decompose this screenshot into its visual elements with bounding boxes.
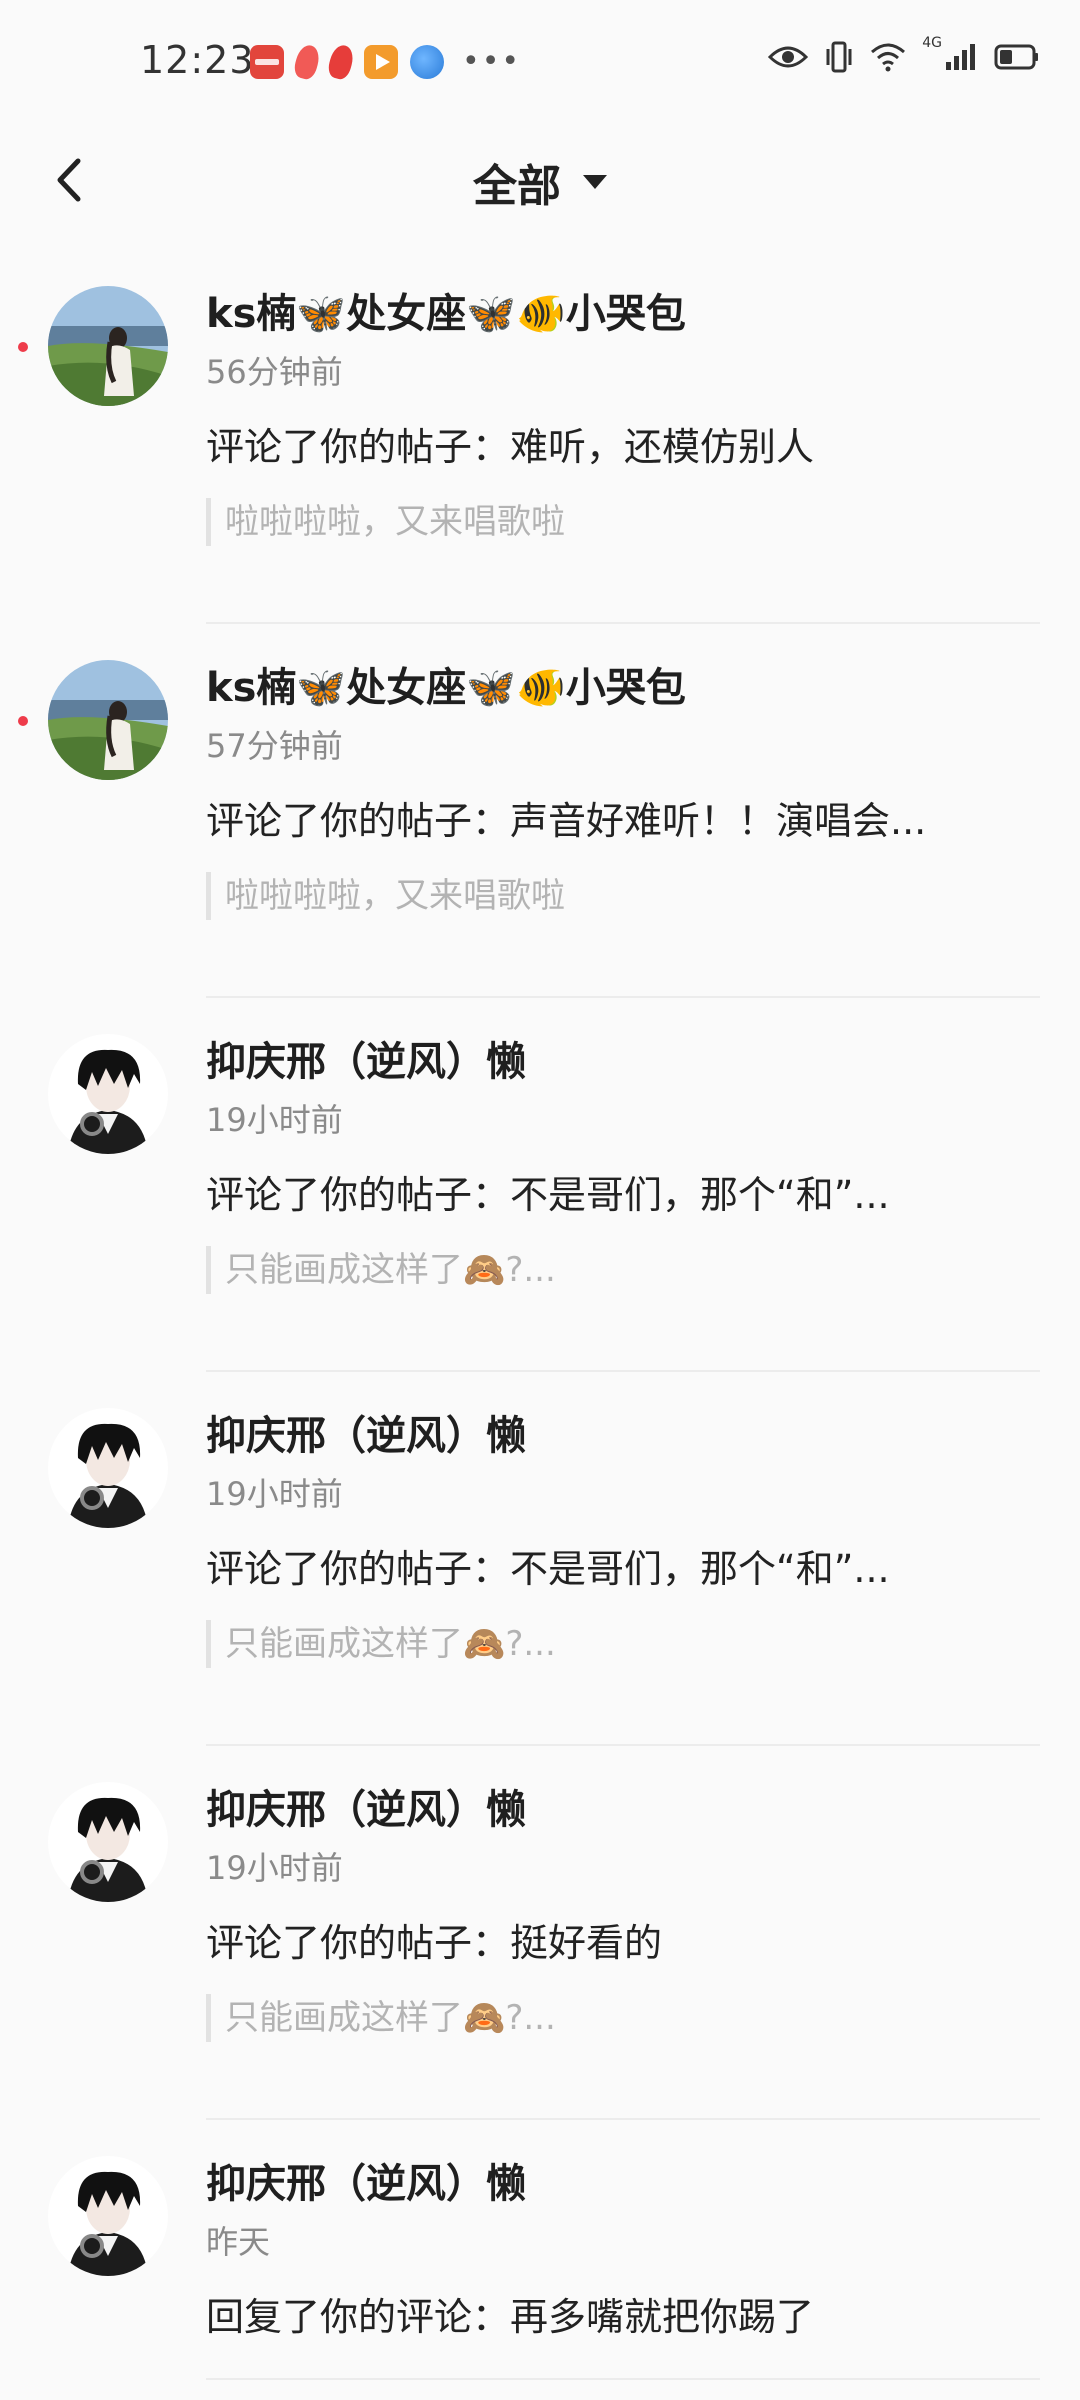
more-notifications-icon: ••• bbox=[462, 44, 522, 79]
notification-item[interactable]: 抑庆邢（逆风）懒 19小时前 评论了你的帖子：挺好看的 只能画成这样了🙈?... bbox=[0, 1746, 1080, 2120]
notification-item[interactable]: 抑庆邢（逆风）懒 昨天 回复了你的评论：再多嘴就把你踢了 bbox=[0, 2120, 1080, 2380]
filter-dropdown[interactable]: 全部 bbox=[0, 150, 1080, 214]
status-app-icons: ••• bbox=[250, 42, 522, 81]
status-bar: 12:23 ••• 4G bbox=[0, 0, 1080, 130]
avatar[interactable] bbox=[48, 1782, 168, 1902]
divider bbox=[206, 2378, 1040, 2380]
signal-icon bbox=[944, 42, 978, 72]
notification-item[interactable]: 抑庆邢（逆风）懒 19小时前 评论了你的帖子：不是哥们，那个“和”... 只能画… bbox=[0, 1372, 1080, 1746]
notification-item[interactable]: ks楠🦋处女座🦋🐠小哭包 57分钟前 评论了你的帖子：声音好难听！！演唱会...… bbox=[0, 624, 1080, 998]
timestamp: 57分钟前 bbox=[206, 727, 343, 765]
avatar[interactable] bbox=[48, 660, 168, 780]
video-app-icon bbox=[364, 44, 398, 79]
notification-item[interactable]: 抑庆邢（逆风）懒 19小时前 评论了你的帖子：不是哥们，那个“和”... 只能画… bbox=[0, 998, 1080, 1372]
timestamp: 昨天 bbox=[206, 2223, 271, 2261]
vibrate-icon bbox=[824, 40, 854, 74]
username[interactable]: 抑庆邢（逆风）懒 bbox=[206, 1034, 1040, 1090]
quoted-post[interactable]: 只能画成这样了🙈?... bbox=[206, 1994, 1040, 2042]
battery-icon bbox=[994, 43, 1040, 71]
comment-text: 评论了你的帖子：难听，还模仿别人 bbox=[206, 425, 815, 469]
username[interactable]: 抑庆邢（逆风）懒 bbox=[206, 1408, 1040, 1464]
username[interactable]: ks楠🦋处女座🦋🐠小哭包 bbox=[206, 286, 1040, 342]
avatar[interactable] bbox=[48, 2156, 168, 2276]
quoted-post[interactable]: 只能画成这样了🙈?... bbox=[206, 1246, 1040, 1294]
username[interactable]: ks楠🦋处女座🦋🐠小哭包 bbox=[206, 660, 1040, 716]
header: 全部 bbox=[0, 130, 1080, 230]
unread-dot bbox=[18, 342, 28, 352]
status-system-icons: 4G bbox=[768, 35, 1040, 74]
browser-app-icon bbox=[410, 44, 444, 79]
wifi-icon bbox=[870, 42, 906, 72]
unread-dot bbox=[18, 716, 28, 726]
eye-icon bbox=[768, 43, 809, 71]
comment-text: 评论了你的帖子：声音好难听！！演唱会... bbox=[206, 799, 927, 843]
comment-text: 评论了你的帖子：挺好看的 bbox=[206, 1921, 663, 1965]
comment-text: 评论了你的帖子：不是哥们，那个“和”... bbox=[206, 1547, 890, 1591]
comment-text: 评论了你的帖子：不是哥们，那个“和”... bbox=[206, 1173, 890, 1217]
comment-text: 回复了你的评论：再多嘴就把你踢了 bbox=[206, 2295, 815, 2339]
red-app-icon-2 bbox=[325, 42, 357, 81]
caret-down-icon bbox=[583, 175, 607, 189]
quoted-post[interactable]: 啦啦啦啦，又来唱歌啦 bbox=[206, 498, 1040, 546]
quoted-post[interactable]: 啦啦啦啦，又来唱歌啦 bbox=[206, 872, 1040, 920]
timestamp: 19小时前 bbox=[206, 1475, 343, 1513]
username[interactable]: 抑庆邢（逆风）懒 bbox=[206, 2156, 1040, 2212]
page-title: 全部 bbox=[473, 161, 561, 212]
quoted-post[interactable]: 只能画成这样了🙈?... bbox=[206, 1620, 1040, 1668]
avatar[interactable] bbox=[48, 286, 168, 406]
avatar[interactable] bbox=[48, 1034, 168, 1154]
red-app-icon bbox=[291, 42, 323, 81]
network-type-label: 4G bbox=[922, 35, 942, 51]
timestamp: 19小时前 bbox=[206, 1849, 343, 1887]
notification-list: ks楠🦋处女座🦋🐠小哭包 56分钟前 评论了你的帖子：难听，还模仿别人 啦啦啦啦… bbox=[0, 250, 1080, 2380]
timestamp: 56分钟前 bbox=[206, 353, 343, 391]
username[interactable]: 抑庆邢（逆风）懒 bbox=[206, 1782, 1040, 1838]
status-time: 12:23 bbox=[140, 38, 255, 82]
avatar[interactable] bbox=[48, 1408, 168, 1528]
timestamp: 19小时前 bbox=[206, 1101, 343, 1139]
notification-item[interactable]: ks楠🦋处女座🦋🐠小哭包 56分钟前 评论了你的帖子：难听，还模仿别人 啦啦啦啦… bbox=[0, 250, 1080, 624]
huawei-app-icon bbox=[250, 44, 284, 79]
